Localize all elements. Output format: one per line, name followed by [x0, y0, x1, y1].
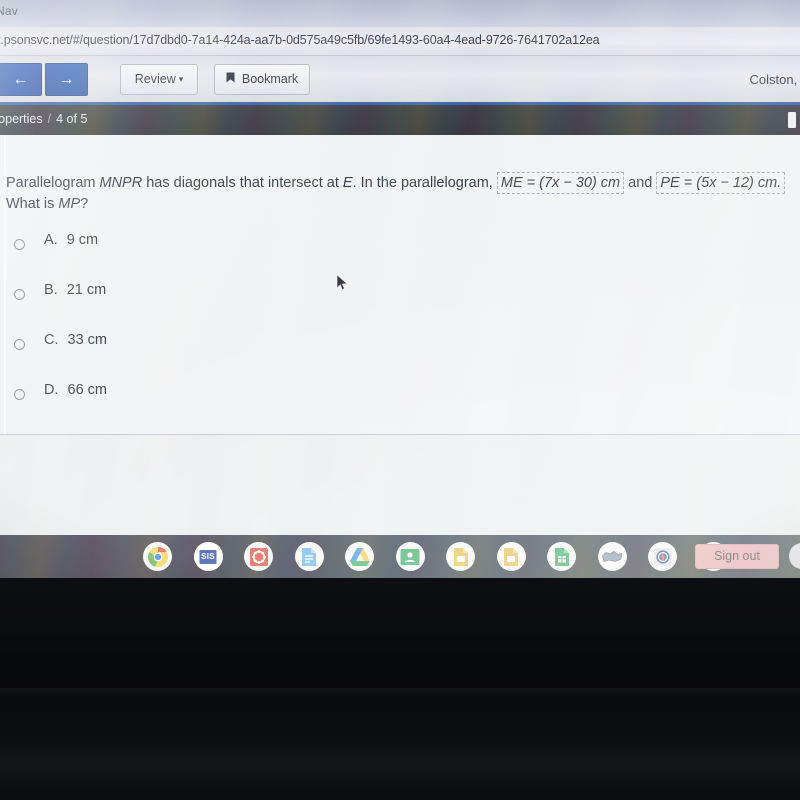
answer-options-list: A. 9 cm B. 21 cm C. 33 cm D. 66 cm [0, 225, 800, 425]
arrow-left-icon: ← [12, 71, 29, 88]
math-expression-pe: PE = (5x − 12) cm. [656, 172, 786, 194]
question-progress: 4 of 5 [56, 112, 88, 126]
option-text-b: 21 cm [66, 282, 107, 298]
browser-address-bar[interactable]: t.psonsvc.net/#/question/17d7dbd0-7a14-4… [0, 27, 800, 56]
review-label: Review [134, 72, 176, 86]
keyboard-deck [0, 738, 800, 800]
chromeos-shelf: SIS Sign out [0, 535, 800, 578]
option-letter-d: D. [44, 382, 59, 398]
sign-out-button[interactable]: Sign out [695, 544, 779, 569]
stem-part-4: and [624, 175, 657, 191]
bookmark-button[interactable]: Bookmark [214, 64, 310, 95]
radio-button-b[interactable] [14, 289, 25, 300]
option-text-c: 33 cm [67, 332, 108, 348]
stem-part-3: . In the parallelogram, [352, 175, 497, 191]
radio-button-d[interactable] [14, 389, 25, 400]
bookmark-flag-icon [226, 72, 238, 86]
laptop-hinge [0, 688, 800, 698]
chrome-icon[interactable] [143, 542, 172, 571]
breadcrumb-bar: roperties / 4 of 5 [0, 105, 800, 135]
stem-italic-mnpr: MNPR [99, 175, 143, 191]
answer-label-c: C. 33 cm [44, 332, 107, 348]
option-letter-a: A. [44, 232, 58, 248]
option-text-d: 66 cm [67, 382, 108, 398]
laptop-screen: Nav t.psonsvc.net/#/question/17d7dbd0-7a… [0, 0, 800, 578]
assessment-toolbar: ← → Review ▾ Bookmark Colston, [0, 56, 800, 149]
google-sheets-icon[interactable] [547, 542, 576, 571]
signed-in-user-name: Colston, An [749, 72, 800, 87]
red-flower-app-icon[interactable] [244, 542, 273, 571]
answer-label-a: A. 9 cm [44, 232, 98, 248]
radio-button-a[interactable] [14, 239, 25, 250]
option-letter-c: C. [44, 332, 59, 348]
next-question-button[interactable]: → [45, 63, 88, 96]
photograph-of-chromebook: Nav t.psonsvc.net/#/question/17d7dbd0-7a… [0, 0, 800, 800]
breadcrumb: roperties / 4 of 5 [0, 112, 87, 126]
google-slides-alt-icon[interactable] [496, 542, 526, 571]
arrow-right-icon: → [58, 71, 75, 88]
radio-button-c[interactable] [14, 339, 25, 350]
stem-part-5: What is [6, 196, 59, 212]
google-slides-icon[interactable] [446, 542, 475, 571]
answer-option-d[interactable]: D. 66 cm [0, 375, 800, 425]
answer-label-d: D. 66 cm [44, 382, 107, 398]
google-drive-icon[interactable] [345, 542, 374, 571]
math-expression-me: ME = (7x − 30) cm [496, 172, 625, 194]
option-text-a: 9 cm [66, 232, 99, 248]
screen-bezel [0, 578, 800, 738]
browser-tab-strip: Nav [0, 0, 800, 27]
google-docs-icon[interactable] [294, 542, 324, 571]
state-map-app-icon[interactable] [597, 542, 627, 571]
browser-tab-label[interactable]: Nav [0, 4, 18, 18]
answer-option-b[interactable]: B. 21 cm [0, 275, 800, 325]
bookmark-label: Bookmark [241, 72, 299, 86]
breadcrumb-separator: / [47, 112, 52, 126]
stem-part-2: has diagonals that intersect at [142, 175, 343, 191]
google-classroom-icon[interactable] [395, 542, 425, 571]
district-portal-icon[interactable] [648, 542, 677, 571]
stem-part-6: ? [80, 196, 89, 212]
breadcrumb-section[interactable]: roperties [0, 112, 43, 126]
question-stem: Parallelogram MNPR has diagonals that in… [6, 172, 786, 214]
scroll-position-marker[interactable] [788, 112, 796, 128]
option-letter-b: B. [44, 282, 58, 298]
answer-option-c[interactable]: C. 33 cm [0, 325, 800, 375]
address-bar-url[interactable]: t.psonsvc.net/#/question/17d7dbd0-7a14-4… [0, 33, 600, 47]
stem-italic-e: E [342, 175, 353, 191]
question-panel: Parallelogram MNPR has diagonals that in… [0, 135, 800, 435]
stem-part-1: Parallelogram [6, 175, 100, 191]
previous-question-button[interactable]: ← [0, 63, 42, 96]
sis-app-icon[interactable]: SIS [193, 542, 223, 571]
answer-label-b: B. 21 cm [44, 282, 106, 298]
page-background-below-question [0, 436, 800, 535]
answer-option-a[interactable]: A. 9 cm [0, 225, 800, 275]
chevron-down-icon: ▾ [178, 74, 184, 84]
stem-italic-mp: MP [58, 196, 81, 212]
review-dropdown-button[interactable]: Review ▾ [120, 64, 198, 95]
status-tray-avatar[interactable] [789, 543, 800, 569]
